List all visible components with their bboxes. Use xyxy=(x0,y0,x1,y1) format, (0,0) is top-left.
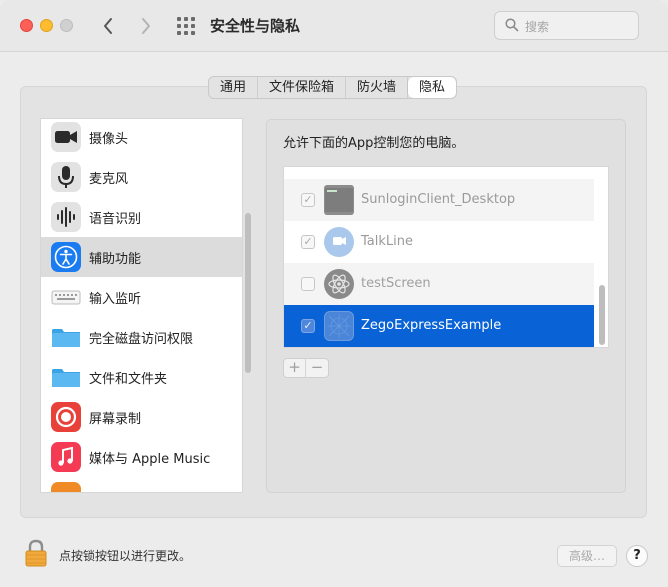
sidebar-item-label: 语音识别 xyxy=(89,212,142,227)
sidebar-item-label: 媒体与 Apple Music xyxy=(89,452,211,467)
app-list[interactable]: ✓ SunloginClient_Desktop ✓ TalkLine test… xyxy=(283,166,609,348)
accessibility-icon xyxy=(51,242,81,272)
app-checkbox[interactable]: ✓ xyxy=(301,235,315,249)
app-name: TalkLine xyxy=(361,234,413,249)
waveform-icon xyxy=(51,202,81,232)
tab-filevault[interactable]: 文件保险箱 xyxy=(258,77,347,98)
lock-icon[interactable] xyxy=(24,539,48,567)
sidebar-item-input-monitoring[interactable]: 输入监听 xyxy=(41,277,242,317)
microphone-icon xyxy=(51,162,81,192)
sidebar-item-label: 文件和文件夹 xyxy=(89,372,168,387)
app-name: ZegoExpressExample xyxy=(361,318,502,333)
sidebar-item-files-and-folders[interactable]: 文件和文件夹 xyxy=(41,357,242,397)
advanced-button[interactable]: 高级… xyxy=(557,545,617,567)
electron-app-icon xyxy=(324,269,354,299)
app-name: SunloginClient_Desktop xyxy=(361,192,516,207)
music-icon xyxy=(51,442,81,472)
sidebar-item-camera[interactable]: 摄像头 xyxy=(41,119,242,157)
content-description: 允许下面的App控制您的电脑。 xyxy=(283,136,465,151)
sidebar-item-microphone[interactable]: 麦克风 xyxy=(41,157,242,197)
sidebar-item-label: 输入监听 xyxy=(89,292,142,307)
remove-app-button[interactable]: − xyxy=(306,359,328,377)
keyboard-icon xyxy=(51,282,81,312)
terminal-app-icon xyxy=(324,185,354,215)
folder-icon xyxy=(51,362,81,392)
close-button[interactable] xyxy=(20,19,33,32)
chevron-right-icon xyxy=(142,18,150,34)
talkline-app-icon xyxy=(324,227,354,257)
search-placeholder: 搜索 xyxy=(525,20,550,34)
title-bar: 安全性与隐私 搜索 xyxy=(0,0,668,52)
search-input[interactable]: 搜索 xyxy=(494,11,639,40)
sidebar-item-accessibility[interactable]: 辅助功能 xyxy=(41,237,242,277)
sidebar-item-full-disk-access[interactable]: 完全磁盘访问权限 xyxy=(41,317,242,357)
camera-icon xyxy=(51,122,81,152)
privacy-category-list[interactable]: 摄像头 麦克风 语音识别 辅助功能 输入监听 完全磁盘访问权限 文件和文件夹 屏… xyxy=(40,118,243,493)
list-item[interactable]: testScreen xyxy=(284,263,594,305)
zoom-button[interactable] xyxy=(60,19,73,32)
list-item[interactable]: ✓ TalkLine xyxy=(284,221,594,263)
tab-bar: 通用 文件保险箱 防火墙 隐私 xyxy=(208,76,458,99)
search-icon xyxy=(505,18,519,32)
list-item[interactable]: ✓ ZegoExpressExample xyxy=(284,305,594,347)
generic-app-icon xyxy=(324,311,354,341)
sidebar-item-partial[interactable] xyxy=(41,477,242,492)
folder-icon xyxy=(51,322,81,352)
add-remove-control: + − xyxy=(283,358,329,378)
forward-button[interactable] xyxy=(133,12,159,40)
app-checkbox[interactable]: ✓ xyxy=(301,193,315,207)
sidebar-item-label: 屏幕录制 xyxy=(89,412,142,427)
lock-hint: 点按锁按钮以进行更改。 xyxy=(59,549,192,563)
preferences-window: 安全性与隐私 搜索 通用 文件保险箱 防火墙 隐私 摄像头 麦克风 语音识别 辅… xyxy=(0,0,668,587)
help-button[interactable]: ? xyxy=(626,545,648,567)
sidebar-item-label: 摄像头 xyxy=(89,132,129,147)
app-list-scrollbar[interactable] xyxy=(599,285,605,345)
sidebar-item-screen-recording[interactable]: 屏幕录制 xyxy=(41,397,242,437)
sidebar-item-speech-recognition[interactable]: 语音识别 xyxy=(41,197,242,237)
list-item[interactable]: ✓ SunloginClient_Desktop xyxy=(284,179,594,221)
window-title: 安全性与隐私 xyxy=(210,17,301,35)
sidebar-item-label: 辅助功能 xyxy=(89,252,142,267)
add-app-button[interactable]: + xyxy=(284,359,306,377)
screen-record-icon xyxy=(51,402,81,432)
app-name: testScreen xyxy=(361,276,431,291)
tab-firewall[interactable]: 防火墙 xyxy=(346,77,409,98)
sidebar-item-label: 麦克风 xyxy=(89,172,129,187)
chevron-left-icon xyxy=(104,18,112,34)
back-button[interactable] xyxy=(95,12,121,40)
tab-privacy[interactable]: 隐私 xyxy=(408,77,457,98)
sidebar-item-label: 完全磁盘访问权限 xyxy=(89,332,194,347)
app-checkbox[interactable] xyxy=(301,277,315,291)
app-checkbox[interactable]: ✓ xyxy=(301,319,315,333)
tab-general[interactable]: 通用 xyxy=(209,77,259,98)
list-item-partial xyxy=(284,167,594,177)
minimize-button[interactable] xyxy=(40,19,53,32)
sidebar-item-media-apple-music[interactable]: 媒体与 Apple Music xyxy=(41,437,242,477)
sidebar-scrollbar[interactable] xyxy=(245,213,251,373)
show-all-grid-icon[interactable] xyxy=(174,14,198,38)
home-icon xyxy=(51,482,81,492)
